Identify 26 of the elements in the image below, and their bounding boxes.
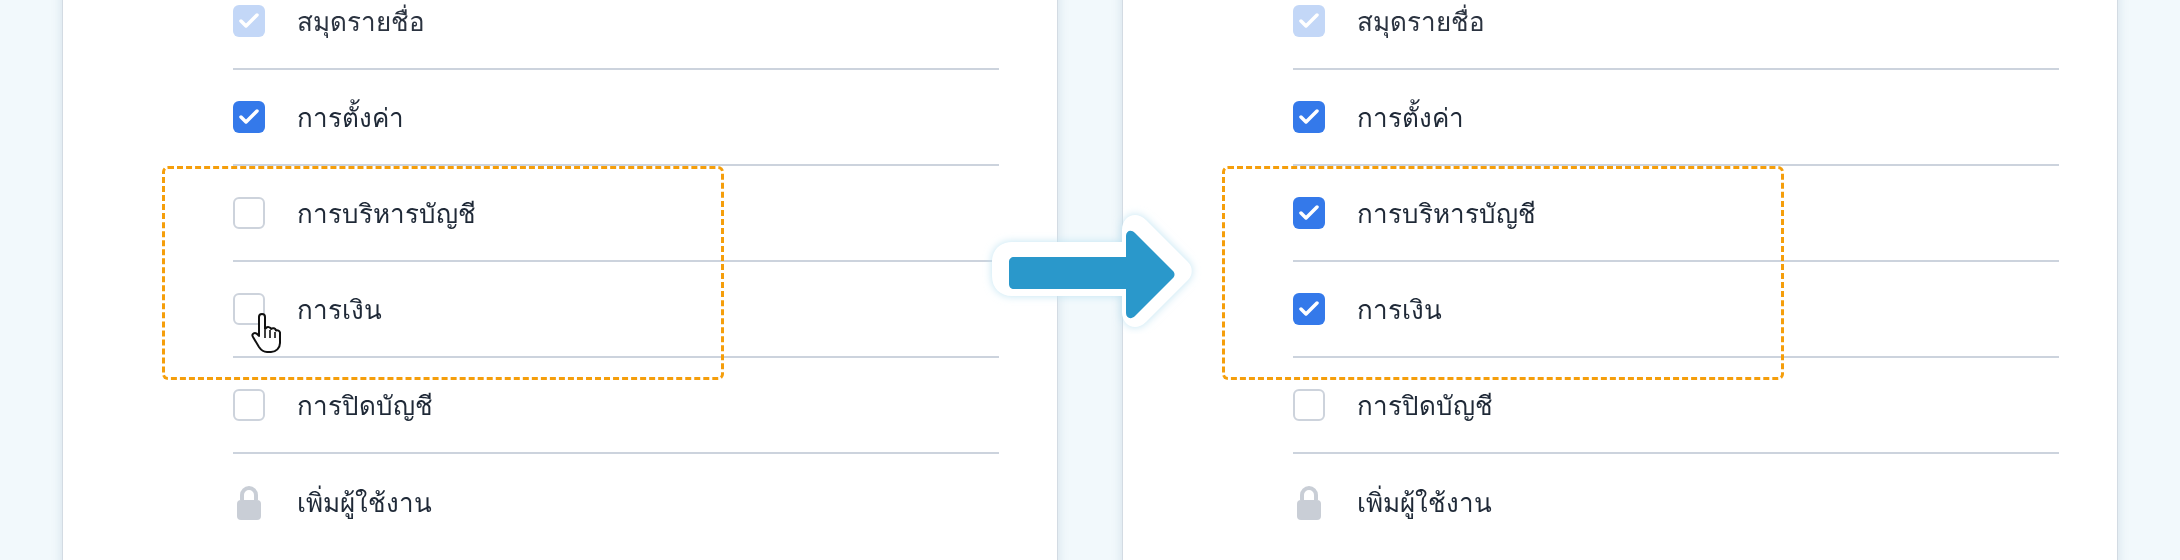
permission-label: การตั้งค่า [1357,96,1464,138]
check-icon [239,109,259,125]
permission-label: การตั้งค่า [297,96,404,138]
permission-label: การปิดบัญชี [1357,389,1493,423]
checkbox[interactable] [1293,389,1325,421]
checkbox[interactable] [233,293,265,325]
permission-label: การเงิน [297,293,382,327]
check-icon [1299,205,1319,221]
permission-label: สมุดรายชื่อ [1357,3,1485,40]
permission-label: สมุดรายชื่อ [297,3,425,40]
check-icon [239,13,259,29]
checkbox[interactable] [233,197,265,229]
permission-label: การเงิน [1357,293,1442,327]
permission-label: การปิดบัญชี [297,389,433,423]
checkbox[interactable] [233,101,265,133]
checkbox[interactable] [233,389,265,421]
permission-label: การบริหารบัญชี [1357,197,1536,231]
permission-label: เพิ่มผู้ใช้งาน [297,484,432,521]
permission-label: เพิ่มผู้ใช้งาน [1357,484,1492,521]
checkbox[interactable] [1293,293,1325,325]
checkbox[interactable] [1293,101,1325,133]
check-icon [1299,109,1319,125]
check-icon [1299,13,1319,29]
checkbox[interactable] [1293,197,1325,229]
check-icon [1299,301,1319,317]
permission-label: การบริหารบัญชี [297,197,476,231]
